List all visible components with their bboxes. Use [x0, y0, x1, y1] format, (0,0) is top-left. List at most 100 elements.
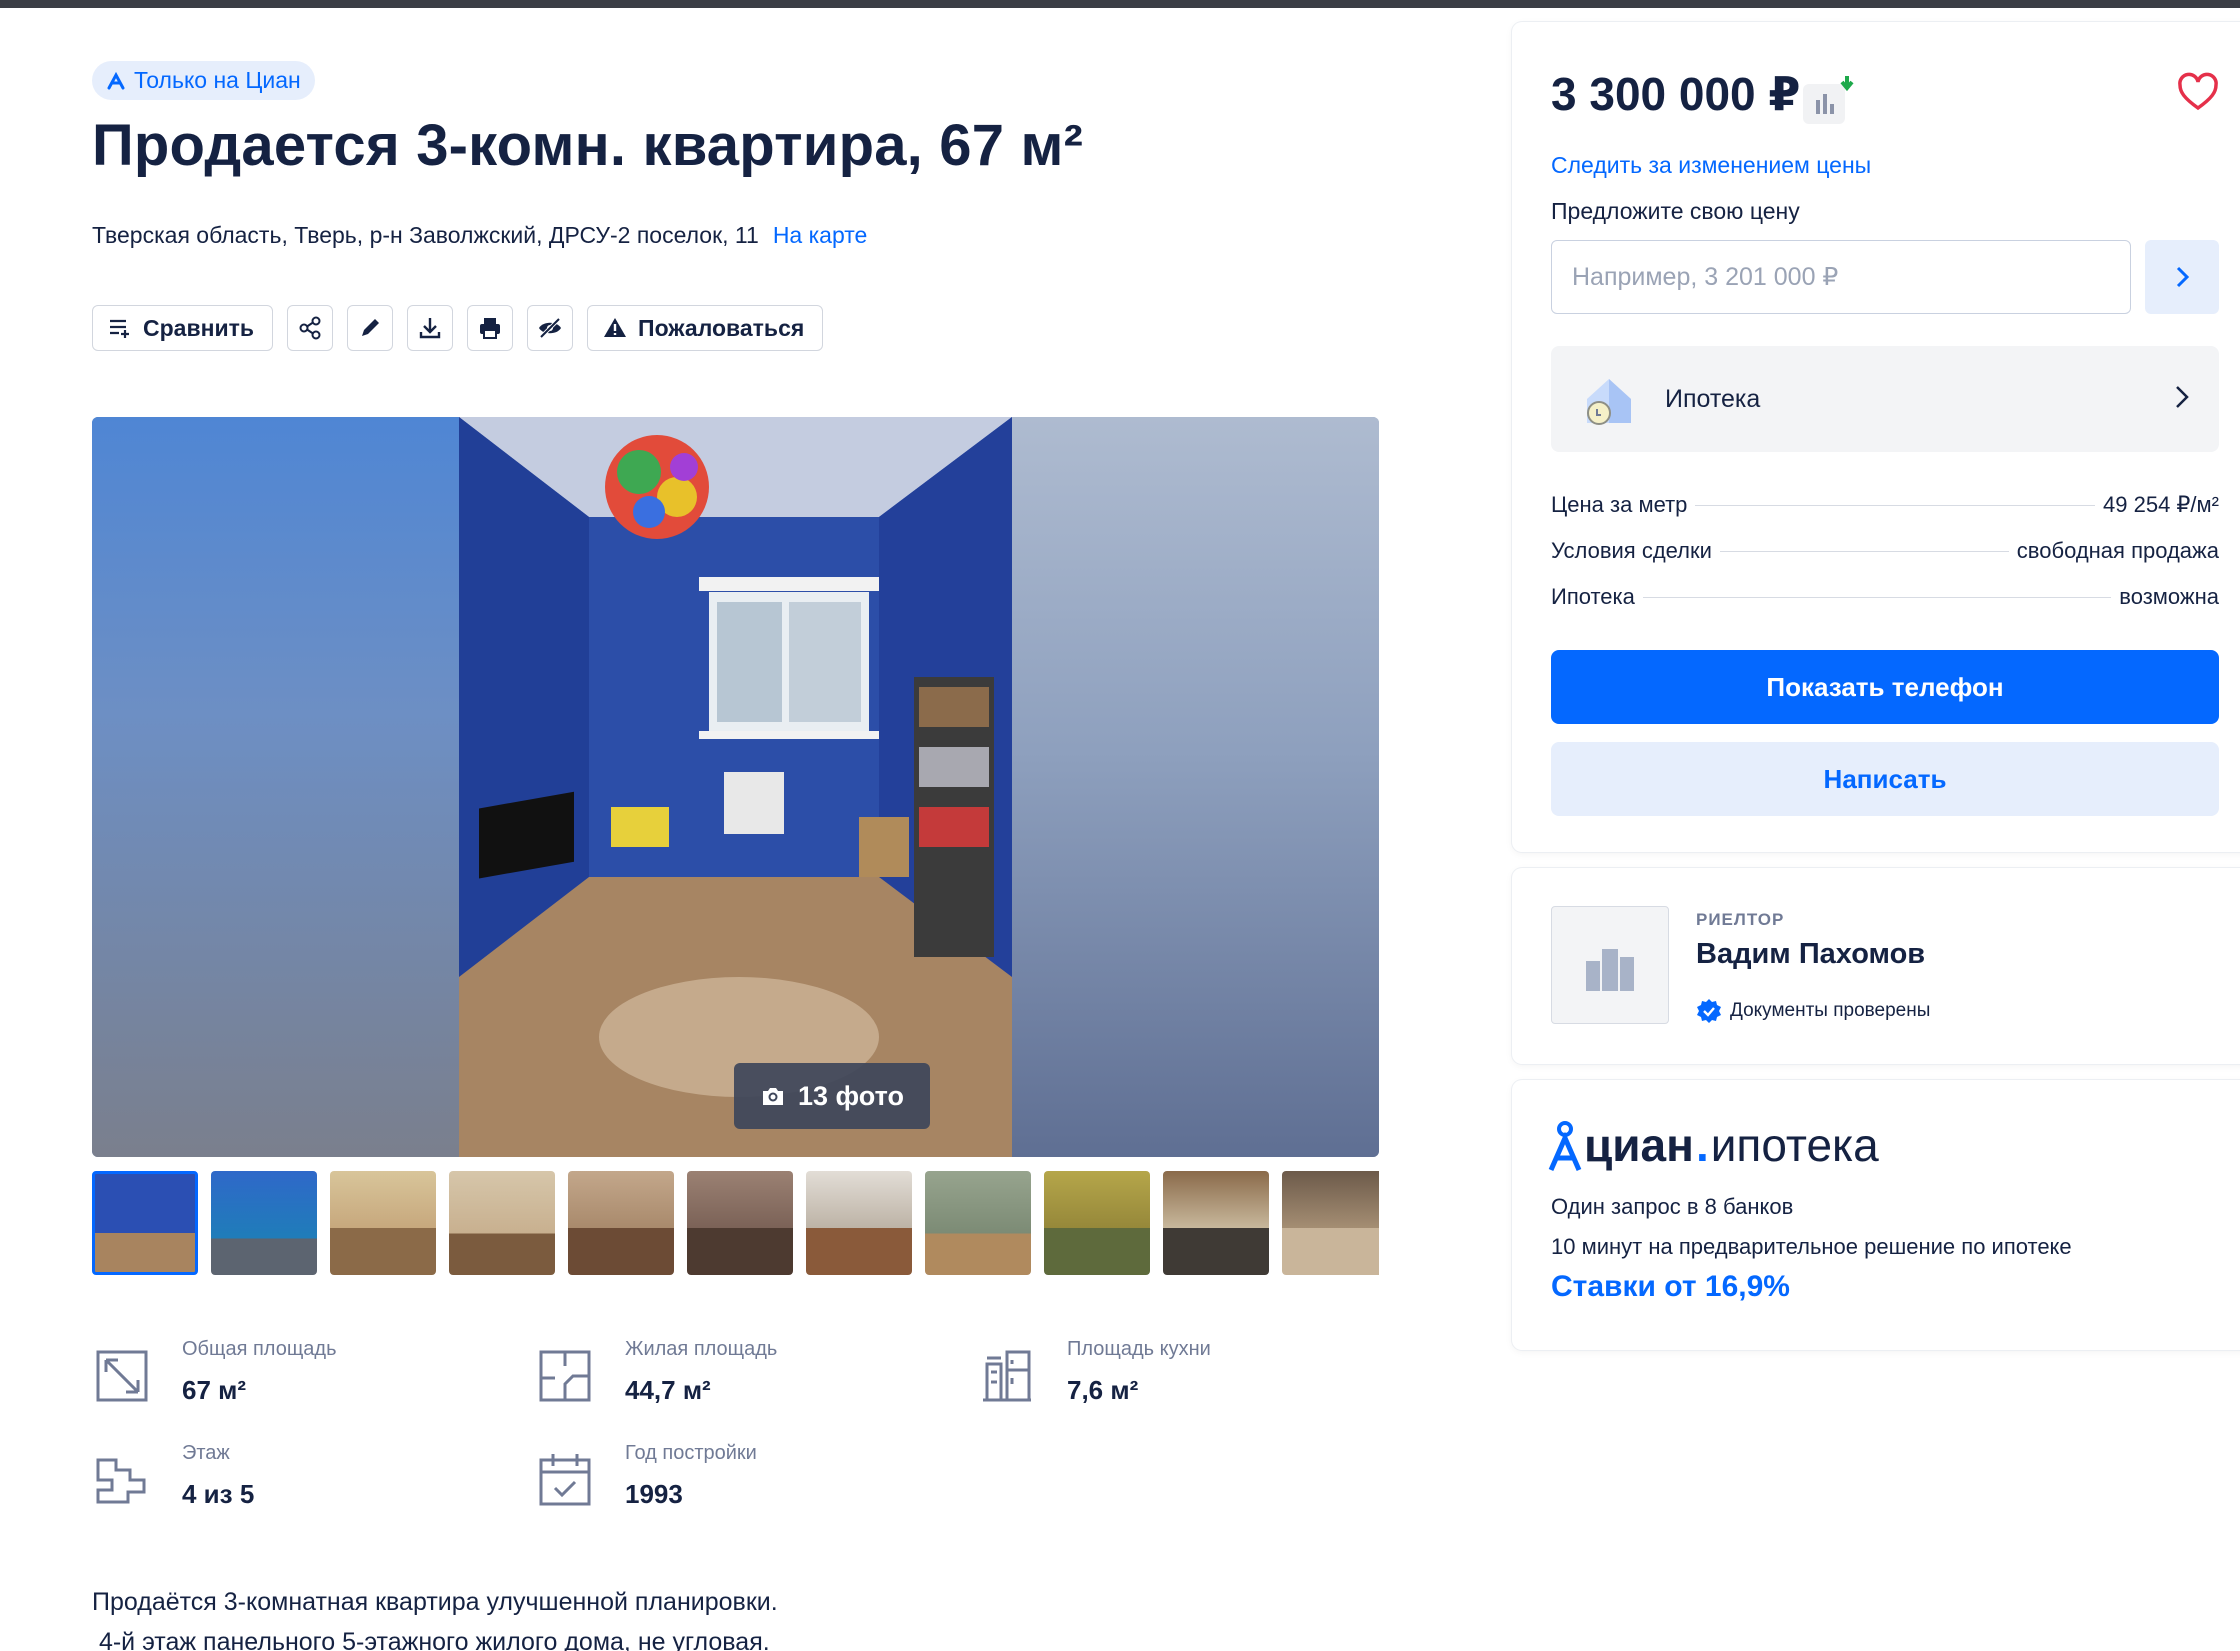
spec-value: 44,7 м²: [625, 1375, 711, 1405]
mortgage-row[interactable]: Ипотека: [1551, 346, 2219, 452]
report-button[interactable]: Пожаловаться: [587, 305, 824, 351]
thumbnail[interactable]: [449, 1171, 555, 1275]
download-icon: [419, 318, 441, 339]
logo-dot: .: [1695, 1119, 1709, 1171]
fact-value: свободная продажа: [2016, 538, 2219, 563]
favorite-heart-icon[interactable]: [2176, 70, 2220, 114]
download-button[interactable]: [407, 305, 454, 351]
leader-line: [1695, 505, 2096, 506]
show-phone-button[interactable]: Показать телефон: [1551, 650, 2219, 724]
kitchen-icon: [983, 1350, 1031, 1402]
avatar[interactable]: [1551, 906, 1669, 1024]
photo-count-button[interactable]: 13 фото: [734, 1063, 930, 1129]
agent-name[interactable]: Вадим Пахомов: [1696, 938, 1925, 971]
address-line: Тверская область, Тверь, р-н Заволжский,…: [92, 222, 867, 249]
agent-role: РИЕЛТОР: [1696, 910, 1785, 929]
description-line: Продаётся 3-комнатная квартира улучшенно…: [92, 1588, 778, 1616]
chevron-right-icon: [2176, 266, 2190, 288]
spec-living-area: Жилая площадь 44,7 м²: [535, 1338, 777, 1406]
listing-toolbar: Сравнить Пожаловаться: [92, 305, 824, 351]
photo-gallery[interactable]: 13 фото: [92, 417, 1379, 1157]
only-on-cian-badge: Только на Циан: [92, 61, 315, 100]
fact-label: Цена за метр: [1551, 492, 1688, 517]
thumbnail[interactable]: [806, 1171, 912, 1275]
hide-button[interactable]: [527, 305, 574, 351]
listing-title: Продается 3-комн. квартира, 67 м²: [92, 113, 1084, 178]
spec-kitchen-area: Площадь кухни 7,6 м²: [977, 1338, 1211, 1406]
cian-logo-icon: [1548, 1121, 1582, 1172]
map-link[interactable]: На карте: [773, 222, 868, 249]
spec-build-year: Год постройки 1993: [535, 1442, 757, 1510]
fact-row: Цена за метр 49 254 ₽/м²: [1551, 492, 2219, 538]
fact-row: Ипотека возможна: [1551, 584, 2219, 630]
spec-total-area: Общая площадь 67 м²: [92, 1338, 337, 1406]
edit-note-button[interactable]: [347, 305, 394, 351]
mortgage-label: Ипотека: [1665, 384, 1761, 413]
thumbnail[interactable]: [92, 1171, 198, 1275]
share-button[interactable]: [287, 305, 334, 351]
price-history-icon[interactable]: [1801, 74, 1855, 128]
thumbnail[interactable]: [687, 1171, 793, 1275]
logo-word-cian: циан: [1584, 1119, 1694, 1171]
leader-line: [1719, 551, 2009, 552]
documents-verified-label: Документы проверены: [1730, 1000, 1931, 1021]
spec-value: 1993: [625, 1479, 683, 1509]
mortgage-house-icon: [1587, 379, 1631, 425]
fact-label: Ипотека: [1551, 584, 1635, 609]
warning-icon: [604, 318, 627, 337]
address-text: Тверская область, Тверь, р-н Заволжский,…: [92, 222, 759, 248]
cian-mortgage-logo: циан. ипотека: [1548, 1118, 1879, 1172]
spec-label: Жилая площадь: [625, 1338, 778, 1360]
thumbnail[interactable]: [1282, 1171, 1379, 1275]
verified-badge-icon: [1697, 999, 1721, 1023]
main-photo[interactable]: [459, 417, 1012, 1157]
logo-word-ipoteka: ипотека: [1710, 1119, 1879, 1171]
floor-icon: [96, 1458, 146, 1504]
offer-submit-button[interactable]: [2145, 240, 2219, 314]
fact-value: возможна: [2119, 584, 2219, 609]
share-icon: [299, 316, 321, 340]
thumbnail-strip: [92, 1171, 1379, 1275]
hide-icon: [539, 317, 562, 339]
thumbnail[interactable]: [925, 1171, 1031, 1275]
cian-logo-icon: [107, 71, 125, 89]
thumbnail[interactable]: [1044, 1171, 1150, 1275]
spec-value: 7,6 м²: [1067, 1375, 1139, 1405]
thumbnail[interactable]: [568, 1171, 674, 1275]
camera-icon: [763, 1088, 783, 1105]
agent-card: РИЕЛТОР Вадим Пахомов Документы проверен…: [1512, 868, 2240, 1064]
browser-top-bar: [0, 0, 2240, 8]
calendar-icon: [539, 1454, 591, 1506]
leader-line: [1642, 597, 2112, 598]
thumbnail[interactable]: [211, 1171, 317, 1275]
living-area-icon: [539, 1350, 591, 1402]
spec-value: 4 из 5: [182, 1479, 255, 1509]
agency-building-icon: [1586, 949, 1634, 991]
thumbnail[interactable]: [330, 1171, 436, 1275]
documents-verified: Документы проверены: [1696, 998, 1930, 1024]
print-button[interactable]: [467, 305, 514, 351]
photo-count-label: 13 фото: [798, 1080, 904, 1111]
mortgage-rate-link[interactable]: Ставки от 16,9%: [1551, 1270, 1790, 1304]
price-facts: Цена за метр 49 254 ₽/м² Условия сделки св…: [1551, 492, 2219, 630]
track-price-link[interactable]: Следить за изменением цены: [1551, 152, 1871, 179]
spec-value: 67 м²: [182, 1375, 247, 1405]
print-icon: [480, 318, 501, 339]
spec-label: Год постройки: [625, 1442, 757, 1464]
cian-mortgage-ad[interactable]: циан. ипотека Один запрос в 8 банков 10 м…: [1512, 1080, 2240, 1350]
badge-label: Только на Циан: [134, 67, 301, 93]
edit-icon: [362, 319, 380, 336]
gallery-blur-left: [92, 417, 459, 1157]
offer-price-input[interactable]: Например, 3 201 000 ₽: [1551, 240, 2131, 314]
offer-price-label: Предложите свою цену: [1551, 198, 1800, 224]
spec-label: Общая площадь: [182, 1338, 337, 1360]
write-message-button[interactable]: Написать: [1551, 742, 2219, 816]
ad-text: 10 минут на предварительное решение по и…: [1551, 1234, 2072, 1259]
spec-label: Площадь кухни: [1067, 1338, 1211, 1360]
ad-text: Один запрос в 8 банков: [1551, 1194, 1794, 1219]
compare-button[interactable]: Сравнить: [92, 305, 274, 351]
thumbnail[interactable]: [1163, 1171, 1269, 1275]
fact-row: Условия сделки свободная продажа: [1551, 538, 2219, 584]
compare-icon: [110, 319, 129, 338]
spec-floor: Этаж 4 из 5: [92, 1442, 254, 1510]
